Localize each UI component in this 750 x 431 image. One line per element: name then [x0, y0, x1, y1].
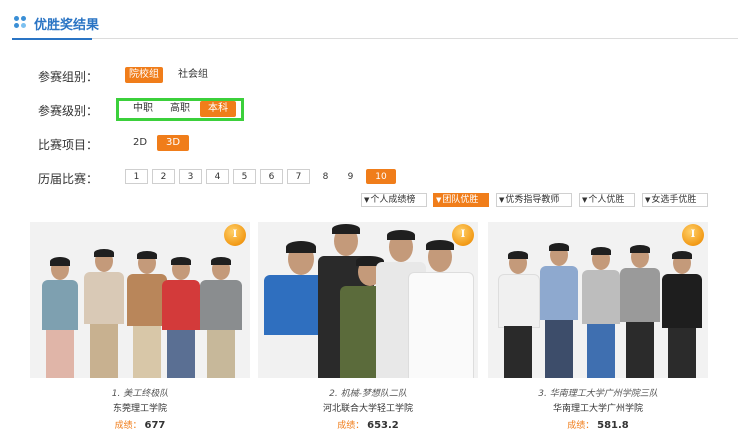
title-underline	[12, 38, 92, 40]
caret-down-icon: ▼	[436, 196, 442, 204]
filter-individual-scores[interactable]: ▼个人成绩榜	[361, 193, 427, 207]
team-photo[interactable]: I	[488, 222, 708, 378]
team-score: 成绩： 581.8	[567, 420, 629, 431]
team-card[interactable]: I 2. 机械-梦想队二队 河北联合大学轻工学院 成绩： 653.2	[258, 222, 478, 431]
team-score: 成绩： 677	[114, 420, 166, 431]
caret-down-icon: ▼	[582, 196, 588, 204]
edition-page-8[interactable]: 8	[314, 169, 337, 184]
rank-medal-icon: I	[224, 224, 246, 246]
edition-page-6[interactable]: 6	[260, 169, 283, 184]
edition-page-9[interactable]: 9	[339, 169, 362, 184]
edition-page-10[interactable]: 10	[366, 169, 396, 184]
caret-down-icon: ▼	[645, 196, 651, 204]
project-option-2d[interactable]: 2D	[127, 135, 153, 151]
team-card[interactable]: I 3. 华南理工大学广州学院三队 华南理工大学广州学院 成绩： 581.8	[488, 222, 708, 431]
team-photo[interactable]: I	[258, 222, 478, 378]
level-option-secondary[interactable]: 中职	[127, 101, 159, 117]
section-title: 优胜奖结果	[34, 18, 100, 33]
filter-individual-winners[interactable]: ▼个人优胜	[579, 193, 635, 207]
team-school: 华南理工大学广州学院	[552, 404, 643, 414]
group-option-society[interactable]: 社会组	[174, 67, 212, 83]
team-photo[interactable]: I	[30, 222, 250, 378]
edition-label: 历届比赛：	[38, 172, 99, 186]
team-title[interactable]: 1. 美工终极队	[30, 386, 250, 399]
edition-page-7[interactable]: 7	[287, 169, 310, 184]
team-title[interactable]: 3. 华南理工大学广州学院三队	[488, 386, 708, 399]
project-label: 比赛项目：	[38, 138, 99, 152]
level-label: 参赛级别：	[38, 104, 99, 118]
caret-down-icon: ▼	[364, 196, 370, 204]
rank-medal-icon: I	[452, 224, 474, 246]
team-school: 东莞理工学院	[112, 404, 167, 414]
edition-page-5[interactable]: 5	[233, 169, 256, 184]
caret-down-icon: ▼	[499, 196, 505, 204]
project-option-3d[interactable]: 3D	[157, 135, 189, 151]
edition-page-3[interactable]: 3	[179, 169, 202, 184]
section-header: 优胜奖结果	[12, 12, 738, 40]
grid-dots-icon	[14, 16, 28, 30]
edition-page-1[interactable]: 1	[125, 169, 148, 184]
team-score: 成绩： 653.2	[337, 420, 399, 431]
filter-female-winners[interactable]: ▼女选手优胜	[642, 193, 708, 207]
level-option-undergrad[interactable]: 本科	[200, 101, 236, 117]
team-card[interactable]: I 1. 美工终极队 东莞理工学院 成绩： 677	[30, 222, 250, 431]
rank-medal-icon: I	[682, 224, 704, 246]
team-school: 河北联合大学轻工学院	[322, 404, 413, 414]
filter-excellent-teachers[interactable]: ▼优秀指导教师	[496, 193, 572, 207]
level-option-higher[interactable]: 高职	[164, 101, 196, 117]
group-option-college[interactable]: 院校组	[125, 67, 163, 83]
edition-page-4[interactable]: 4	[206, 169, 229, 184]
filter-team-winners[interactable]: ▼团队优胜	[433, 193, 489, 207]
edition-page-2[interactable]: 2	[152, 169, 175, 184]
team-title[interactable]: 2. 机械-梦想队二队	[258, 386, 478, 399]
group-label: 参赛组别：	[38, 70, 99, 84]
